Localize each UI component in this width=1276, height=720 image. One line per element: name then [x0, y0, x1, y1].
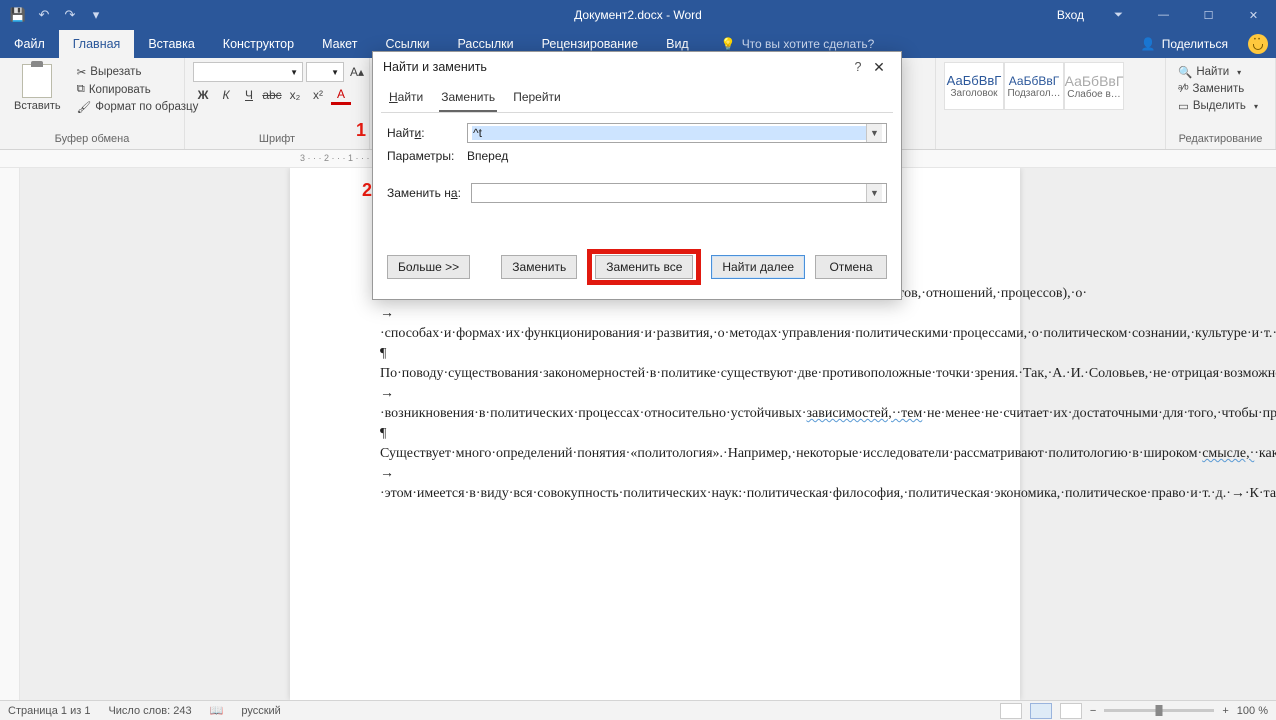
font-size-combo[interactable]: ▼ — [306, 62, 344, 82]
editing-group-label: Редактирование — [1174, 131, 1267, 147]
login-button[interactable]: Вход — [1045, 0, 1096, 30]
dialog-tab-goto[interactable]: Перейти — [511, 86, 563, 112]
doc-paragraph: ¶ — [380, 424, 930, 444]
callout-two: 2 — [362, 180, 372, 201]
strike-button[interactable]: abc — [262, 85, 282, 105]
close-icon[interactable]: ✕ — [1231, 0, 1276, 30]
window-title: Документ2.docx - Word — [574, 8, 702, 22]
dialog-help-icon[interactable]: ? — [849, 60, 867, 74]
chevron-down-icon[interactable]: ▼ — [866, 124, 882, 142]
zoom-level[interactable]: 100 % — [1237, 705, 1268, 717]
style-heading2[interactable]: АаБбВвГПодзагол… — [1004, 62, 1064, 110]
format-painter-button[interactable]: 🖌Формат по образцу — [73, 99, 203, 115]
maximize-icon[interactable]: ☐ — [1186, 0, 1231, 30]
chevron-down-icon: ▼ — [331, 68, 339, 77]
view-web-layout[interactable] — [1060, 703, 1082, 719]
view-read-mode[interactable] — [1000, 703, 1022, 719]
feedback-smiley-icon[interactable] — [1248, 34, 1268, 54]
dialog-tab-replace[interactable]: Заменить — [439, 86, 497, 112]
doc-paragraph: По·поводу·существования·закономерностей·… — [380, 364, 930, 424]
status-bar: Страница 1 из 1 Число слов: 243 📖 русски… — [0, 700, 1276, 720]
font-name-combo[interactable]: ▼ — [193, 62, 303, 82]
replace-label: Заменить на: — [387, 186, 463, 200]
brush-icon: 🖌 — [77, 100, 92, 114]
status-word-count[interactable]: Число слов: 243 — [108, 705, 191, 717]
bold-button[interactable]: Ж — [193, 85, 213, 105]
doc-paragraph: Существует·много·определений·понятия·«по… — [380, 444, 930, 504]
replace-icon: ᵃ⁄ᵇ — [1178, 83, 1189, 95]
redo-icon[interactable]: ↷ — [58, 3, 82, 27]
clipboard-icon — [22, 64, 52, 98]
find-next-button[interactable]: Найти далее — [711, 255, 805, 279]
tab-file[interactable]: Файл — [0, 30, 59, 58]
doc-paragraph: ¶ — [380, 344, 930, 364]
replace-button[interactable]: ᵃ⁄ᵇЗаменить — [1174, 82, 1262, 96]
grow-font-button[interactable]: A▴ — [347, 62, 367, 82]
style-weak[interactable]: АаБбВвГСлабое в… — [1064, 62, 1124, 110]
italic-button[interactable]: К — [216, 85, 236, 105]
search-icon: 🔍 — [1178, 65, 1192, 79]
underline-button[interactable]: Ч — [239, 85, 259, 105]
more-button[interactable]: Больше >> — [387, 255, 470, 279]
minimize-icon[interactable]: — — [1141, 0, 1186, 30]
dialog-title: Найти и заменить — [383, 60, 487, 74]
replace-input[interactable]: ▼ — [471, 183, 887, 203]
font-group-label: Шрифт — [193, 131, 361, 147]
copy-button[interactable]: ⧉Копировать — [73, 82, 203, 97]
dialog-tab-find[interactable]: Найти — [387, 86, 425, 112]
chevron-down-icon: ▾ — [1237, 68, 1241, 77]
superscript-button[interactable]: x² — [308, 85, 328, 105]
status-page[interactable]: Страница 1 из 1 — [8, 705, 90, 717]
view-print-layout[interactable] — [1030, 703, 1052, 719]
paste-label: Вставить — [14, 100, 61, 112]
title-bar: 💾 ↶ ↷ ▾ Документ2.docx - Word Вход ⏷ — ☐… — [0, 0, 1276, 30]
select-button[interactable]: ▭Выделить▾ — [1174, 98, 1262, 114]
qat-customize-icon[interactable]: ▾ — [84, 3, 108, 27]
replace-one-button[interactable]: Заменить — [501, 255, 577, 279]
paste-button[interactable]: Вставить — [8, 62, 67, 114]
copy-icon: ⧉ — [77, 83, 85, 96]
replace-all-button[interactable]: Заменить все — [595, 255, 693, 279]
share-icon: 👤 — [1141, 37, 1156, 51]
cut-button[interactable]: ✂Вырезать — [73, 64, 203, 80]
dialog-tabs: Найти Заменить Перейти — [373, 82, 901, 112]
lightbulb-icon: 💡 — [721, 37, 736, 51]
dialog-titlebar[interactable]: Найти и заменить ? ✕ — [373, 52, 901, 82]
tell-me-label: Что вы хотите сделать? — [742, 37, 875, 51]
clipboard-group-label: Буфер обмена — [8, 131, 176, 147]
callout-one: 1 — [356, 120, 366, 141]
tab-layout[interactable]: Макет — [308, 30, 371, 58]
cursor-icon: ▭ — [1178, 99, 1189, 113]
zoom-slider[interactable] — [1104, 709, 1214, 712]
tab-design[interactable]: Конструктор — [209, 30, 308, 58]
params-label: Параметры: — [387, 149, 459, 163]
find-label: Найти: — [387, 126, 459, 140]
params-value: Вперед — [467, 149, 887, 163]
status-spellcheck-icon[interactable]: 📖 — [210, 704, 224, 717]
zoom-out-icon[interactable]: − — [1090, 705, 1096, 717]
vertical-ruler[interactable] — [0, 168, 20, 700]
find-input[interactable]: ^t ▼ — [467, 123, 887, 143]
share-label: Поделиться — [1162, 37, 1228, 51]
chevron-down-icon: ▾ — [1254, 102, 1258, 111]
find-replace-dialog: Найти и заменить ? ✕ Найти Заменить Пере… — [372, 51, 902, 300]
zoom-in-icon[interactable]: + — [1222, 705, 1228, 717]
status-language[interactable]: русский — [241, 705, 280, 717]
save-icon[interactable]: 💾 — [6, 3, 30, 27]
chevron-down-icon[interactable]: ▼ — [866, 184, 882, 202]
find-button[interactable]: 🔍Найти▾ — [1174, 64, 1262, 80]
quick-access-toolbar: 💾 ↶ ↷ ▾ — [0, 3, 114, 27]
share-button[interactable]: 👤 Поделиться — [1133, 33, 1236, 55]
ribbon-options-icon[interactable]: ⏷ — [1096, 0, 1141, 30]
chevron-down-icon: ▼ — [290, 68, 298, 77]
dialog-close-icon[interactable]: ✕ — [867, 59, 891, 76]
undo-icon[interactable]: ↶ — [32, 3, 56, 27]
tab-home[interactable]: Главная — [59, 30, 135, 58]
scissors-icon: ✂ — [77, 65, 87, 79]
font-color-button[interactable]: A — [331, 85, 351, 105]
style-heading1[interactable]: АаБбВвГЗаголовок — [944, 62, 1004, 110]
cancel-button[interactable]: Отмена — [815, 255, 887, 279]
tab-insert[interactable]: Вставка — [134, 30, 208, 58]
subscript-button[interactable]: x₂ — [285, 85, 305, 105]
